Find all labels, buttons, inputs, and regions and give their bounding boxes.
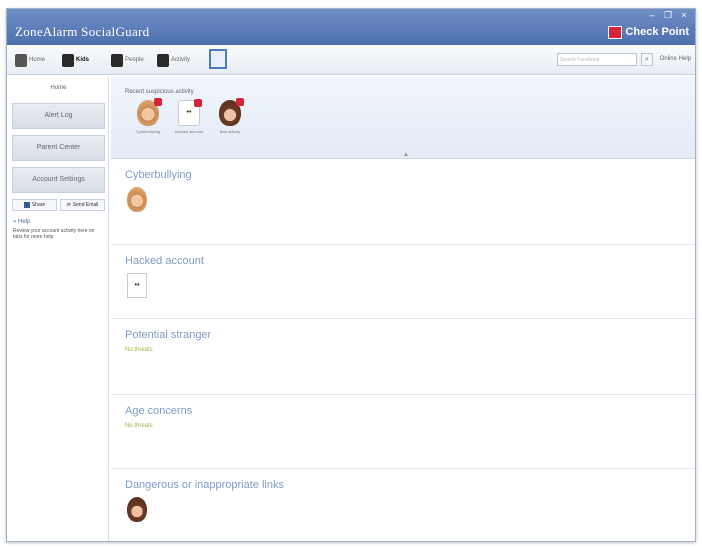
app-window: ZoneAlarm SocialGuard – ❐ × Check Point … xyxy=(6,8,696,542)
collapse-arrow-icon[interactable]: ▲ xyxy=(403,152,409,158)
alert-label: Bad activity xyxy=(219,129,241,134)
window-controls: – ❐ × xyxy=(647,11,689,20)
title-bar: ZoneAlarm SocialGuard – ❐ × Check Point xyxy=(7,9,695,45)
sidebar-home-label[interactable]: Home xyxy=(9,77,108,97)
sidebar-button-alert-log[interactable]: Alert Log xyxy=(12,103,105,129)
people-icon xyxy=(111,53,123,67)
share-row: Share ✉ Send Email xyxy=(12,199,105,211)
alert-item[interactable]: •• Hacked account xyxy=(174,99,204,134)
brand-logo: Check Point xyxy=(608,24,689,40)
status-text: No threats xyxy=(125,347,153,353)
facebook-icon xyxy=(23,202,30,208)
tool-activity[interactable]: Activity xyxy=(157,52,190,68)
tool-kids[interactable]: Kids xyxy=(62,52,89,68)
alert-item[interactable]: Bad activity xyxy=(215,98,245,134)
section-dangerous-links: Dangerous or inappropriate links xyxy=(111,469,695,541)
search-input[interactable]: Search Facebook xyxy=(557,53,637,66)
alert-badge-icon xyxy=(154,98,162,106)
sidebar-button-account-settings[interactable]: Account Settings xyxy=(12,167,105,193)
toolbar: Home Kids People Activity Search Faceboo… xyxy=(7,45,695,75)
section-potential-stranger: Potential stranger No threats xyxy=(111,319,695,395)
alert-label: Cyberbullying xyxy=(135,129,161,134)
alert-label: Hacked account xyxy=(174,129,204,134)
section-age-concerns: Age concerns No threats xyxy=(111,395,695,469)
brand-mark-icon xyxy=(608,25,623,39)
help-text: Review your account activity here on tab… xyxy=(13,228,95,240)
section-title[interactable]: Potential stranger xyxy=(125,329,211,341)
help-box: » Help Review your account activity here… xyxy=(13,219,104,240)
search-placeholder: Search Facebook xyxy=(560,57,600,63)
child-avatar-icon xyxy=(219,98,244,126)
close-button[interactable]: × xyxy=(679,11,689,20)
send-email-button[interactable]: ✉ Send Email xyxy=(60,199,105,211)
section-title[interactable]: Age concerns xyxy=(125,405,192,417)
music-note-icon xyxy=(15,53,27,67)
maximize-button[interactable]: ❐ xyxy=(663,11,673,20)
tool-label: People xyxy=(125,57,144,63)
send-email-label: Send Email xyxy=(72,202,99,208)
section-cyberbullying: Cyberbullying xyxy=(111,159,695,245)
alert-badge-icon xyxy=(194,99,202,107)
share-button[interactable]: Share xyxy=(12,199,57,211)
child-avatar-icon xyxy=(137,98,162,126)
tool-label: Kids xyxy=(76,57,90,63)
tool-label: Activity xyxy=(171,57,191,63)
online-help-link[interactable]: Online Help xyxy=(660,56,691,62)
section-title[interactable]: Dangerous or inappropriate links xyxy=(125,479,284,491)
brand-text: Check Point xyxy=(625,26,689,38)
alerts-title: Recent suspicious activity xyxy=(125,89,194,95)
help-title[interactable]: » Help xyxy=(13,219,104,225)
status-text: No threats xyxy=(125,423,153,429)
help-title-text: Help xyxy=(18,219,31,225)
share-label: Share xyxy=(31,202,46,208)
book-icon[interactable] xyxy=(209,49,227,69)
app-title: ZoneAlarm SocialGuard xyxy=(15,24,150,39)
child-avatar-icon[interactable] xyxy=(127,187,147,212)
activity-icon xyxy=(157,53,169,67)
kid-icon xyxy=(62,53,74,67)
section-hacked-account: Hacked account •• xyxy=(111,245,695,319)
minimize-button[interactable]: – xyxy=(647,11,657,20)
child-avatar-icon[interactable] xyxy=(127,497,147,522)
alert-badge-icon xyxy=(236,98,244,106)
hidden-account-icon: •• xyxy=(178,99,202,126)
section-title[interactable]: Cyberbullying xyxy=(125,169,192,181)
sidebar: Home Alert Log Parent Center Account Set… xyxy=(9,77,109,541)
alerts-panel: Recent suspicious activity Cyberbullying… xyxy=(111,77,695,159)
mail-icon: ✉ xyxy=(66,202,71,208)
tool-people[interactable]: People xyxy=(111,52,144,68)
main-content: Recent suspicious activity Cyberbullying… xyxy=(111,77,695,541)
alert-item[interactable]: Cyberbullying xyxy=(133,98,163,134)
search-icon[interactable]: ⌕ xyxy=(641,53,653,66)
section-title[interactable]: Hacked account xyxy=(125,255,204,267)
sidebar-button-parent-center[interactable]: Parent Center xyxy=(12,135,105,161)
tool-home[interactable]: Home xyxy=(15,52,45,68)
tool-label: Home xyxy=(29,57,46,63)
hidden-account-icon[interactable]: •• xyxy=(127,273,147,298)
